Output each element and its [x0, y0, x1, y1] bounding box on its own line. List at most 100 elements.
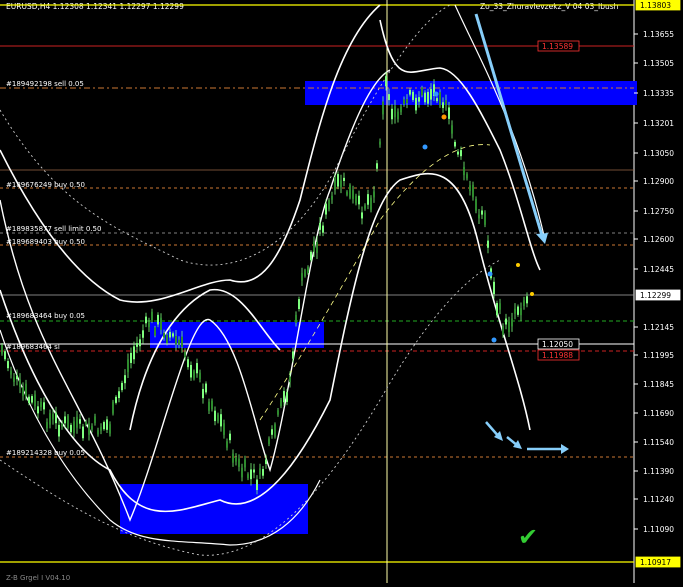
candle-body — [412, 91, 414, 100]
candle-body — [49, 413, 51, 425]
candle-body — [409, 89, 411, 95]
price-tick-label: 1.11240 — [643, 495, 674, 504]
candle-body — [277, 410, 279, 415]
candle-body — [301, 273, 303, 281]
candle-body — [184, 351, 186, 358]
candle-body — [40, 401, 42, 408]
candle-body — [193, 371, 195, 379]
candle-body — [388, 94, 390, 101]
candle-body — [352, 190, 354, 199]
candle-body — [7, 361, 9, 369]
candle-body — [505, 318, 507, 325]
candle-body — [421, 87, 423, 96]
candle-body — [217, 414, 219, 422]
candle-body — [337, 174, 339, 187]
candle-body — [241, 467, 243, 478]
footer-label: Z-B Grgel I V04.10 — [6, 574, 70, 582]
candle-body — [298, 299, 300, 310]
candle-body — [313, 241, 315, 252]
candle-body — [373, 191, 375, 198]
candle-body — [148, 322, 150, 328]
candle-body — [160, 317, 162, 330]
candle-body — [4, 351, 6, 360]
candle-body — [31, 396, 33, 403]
candle-body — [274, 424, 276, 437]
candle-body — [25, 383, 27, 397]
candle-body — [97, 430, 99, 435]
candle-body — [91, 426, 93, 430]
candle-body — [400, 106, 402, 113]
candle-body — [223, 423, 225, 435]
candle-body — [391, 108, 393, 120]
candle-body — [457, 151, 459, 155]
candle-body — [334, 177, 336, 190]
candle-body — [442, 102, 444, 109]
candle-body — [292, 351, 294, 359]
candle-body — [76, 416, 78, 428]
candle-body — [175, 335, 177, 345]
candle-body — [73, 421, 75, 434]
candle-body — [472, 184, 474, 198]
candle-body — [202, 388, 204, 399]
candle-body — [229, 433, 231, 441]
candle-body — [172, 333, 174, 337]
candle-body — [439, 92, 441, 106]
candle-body — [133, 346, 135, 360]
candle-body — [469, 185, 471, 192]
chart-canvas[interactable]: EURUSD,H4 1.12308 1.12341 1.12297 1.1229… — [0, 0, 683, 583]
candle-body — [103, 422, 105, 430]
candle-body — [115, 396, 117, 403]
candle-body — [181, 336, 183, 347]
candle-body — [61, 423, 63, 427]
candle-body — [118, 391, 120, 399]
price-tick-label: 1.13201 — [643, 119, 674, 128]
trading-chart[interactable]: EURUSD,H4 1.12308 1.12341 1.12297 1.1229… — [0, 0, 683, 583]
supply-zone — [305, 81, 637, 105]
candle-body — [484, 212, 486, 225]
price-marker-label: 1.11988 — [542, 351, 573, 360]
candle-body — [382, 101, 384, 115]
candle-body — [82, 426, 84, 439]
candle-body — [280, 399, 282, 407]
candle-body — [370, 197, 372, 210]
candle-body — [466, 174, 468, 179]
candle-body — [481, 210, 483, 215]
candle-body — [448, 107, 450, 119]
candle-body — [355, 195, 357, 204]
candle-body — [406, 99, 408, 104]
candle-body — [151, 311, 153, 321]
price-marker-label: 1.10917 — [640, 558, 671, 567]
candle-body — [268, 438, 270, 444]
candle-body — [310, 251, 312, 261]
candle-body — [109, 424, 111, 434]
candle-body — [385, 76, 387, 87]
candle-body — [526, 296, 528, 304]
candle-body — [124, 375, 126, 384]
candle-body — [136, 343, 138, 347]
candle-body — [349, 184, 351, 198]
candle-body — [289, 376, 291, 383]
candle-body — [496, 303, 498, 316]
candle-body — [253, 469, 255, 473]
candle-body — [493, 281, 495, 295]
candle-body — [511, 318, 513, 327]
candle-body — [445, 100, 447, 106]
candle-body — [361, 212, 363, 219]
price-tick-label: 1.13505 — [643, 59, 674, 68]
price-tick-label: 1.12750 — [643, 207, 674, 216]
candle-body — [307, 266, 309, 274]
candle-body — [316, 241, 318, 253]
candle-body — [304, 270, 306, 277]
candle-body — [208, 401, 210, 411]
candle-body — [142, 330, 144, 338]
indicator-name: Zo_33_Zhuravlevzekz_V 04 03_Ibush — [480, 2, 619, 11]
candle-body — [328, 200, 330, 210]
candle-body — [187, 359, 189, 368]
checkmark-icon: ✔ — [518, 523, 538, 551]
candle-body — [520, 308, 522, 316]
candle-body — [58, 424, 60, 437]
candle-body — [499, 303, 501, 310]
candle-body — [436, 98, 438, 102]
candle-body — [379, 141, 381, 145]
candle-body — [220, 414, 222, 427]
